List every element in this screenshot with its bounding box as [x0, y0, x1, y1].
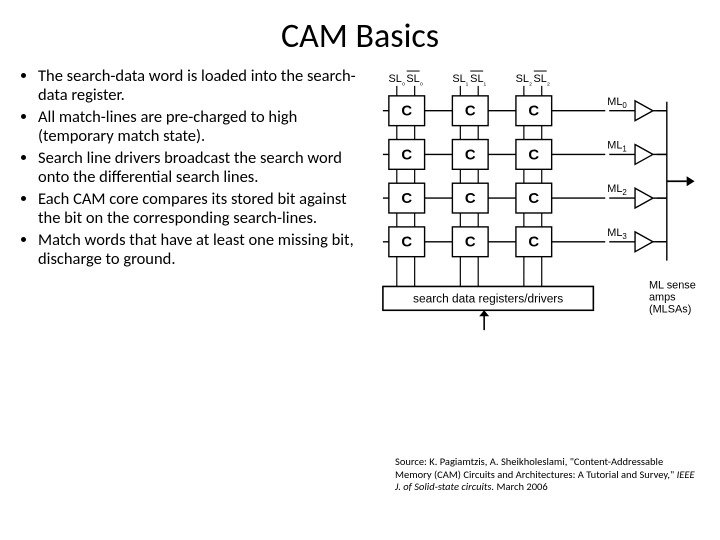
cam-diagram: SL₀SL₀ SL₁SL₁ SL₂SL₂ C C C ML0 C C C ML1 C C C ML2 C C C M… [369, 67, 702, 357]
svg-text:amps: amps [649, 291, 676, 303]
svg-text:C: C [465, 147, 476, 163]
slide-body: The search-data word is loaded into the … [0, 67, 720, 357]
svg-text:C: C [402, 147, 413, 163]
svg-text:C: C [529, 191, 540, 207]
svg-text:C: C [402, 104, 413, 120]
svg-text:SL₂: SL₂ [534, 73, 550, 87]
svg-text:search data registers/drivers: search data registers/drivers [413, 291, 563, 305]
svg-text:C: C [529, 235, 540, 251]
source-text: Source: K. Pagiamtzis, A. Sheikholeslami… [395, 455, 677, 481]
svg-text:ML3: ML3 [608, 227, 628, 241]
svg-text:SL₂: SL₂ [516, 73, 532, 87]
svg-text:C: C [465, 191, 476, 207]
svg-text:ML1: ML1 [608, 139, 628, 153]
svg-text:C: C [465, 104, 476, 120]
svg-text:C: C [402, 235, 413, 251]
source-date: March 2006 [497, 480, 548, 493]
svg-text:SL₀: SL₀ [389, 73, 406, 87]
source-caption: Source: K. Pagiamtzis, A. Sheikholeslami… [395, 456, 695, 494]
svg-text:ML2: ML2 [608, 183, 628, 197]
bullet-item: Match words that have at least one missi… [38, 231, 365, 270]
svg-text:SL₁: SL₁ [453, 73, 469, 87]
svg-text:SL₀: SL₀ [407, 73, 424, 87]
slide-title: CAM Basics [0, 0, 720, 67]
bullet-item: Each CAM core compares its stored bit ag… [38, 190, 365, 229]
svg-text:(MLSAs): (MLSAs) [649, 303, 691, 315]
slide: CAM Basics The search-data word is loade… [0, 0, 720, 540]
bullet-item: All match-lines are pre-charged to high … [38, 108, 365, 147]
svg-text:ML sense: ML sense [649, 279, 696, 291]
bullet-list: The search-data word is loaded into the … [18, 67, 365, 357]
svg-text:C: C [465, 235, 476, 251]
svg-text:SL₁: SL₁ [471, 73, 487, 87]
svg-text:C: C [402, 191, 413, 207]
svg-text:C: C [529, 147, 540, 163]
svg-text:C: C [529, 104, 540, 120]
bullet-item: The search-data word is loaded into the … [38, 67, 365, 106]
svg-text:ML0: ML0 [608, 96, 628, 110]
bullet-item: Search line drivers broadcast the search… [38, 149, 365, 188]
